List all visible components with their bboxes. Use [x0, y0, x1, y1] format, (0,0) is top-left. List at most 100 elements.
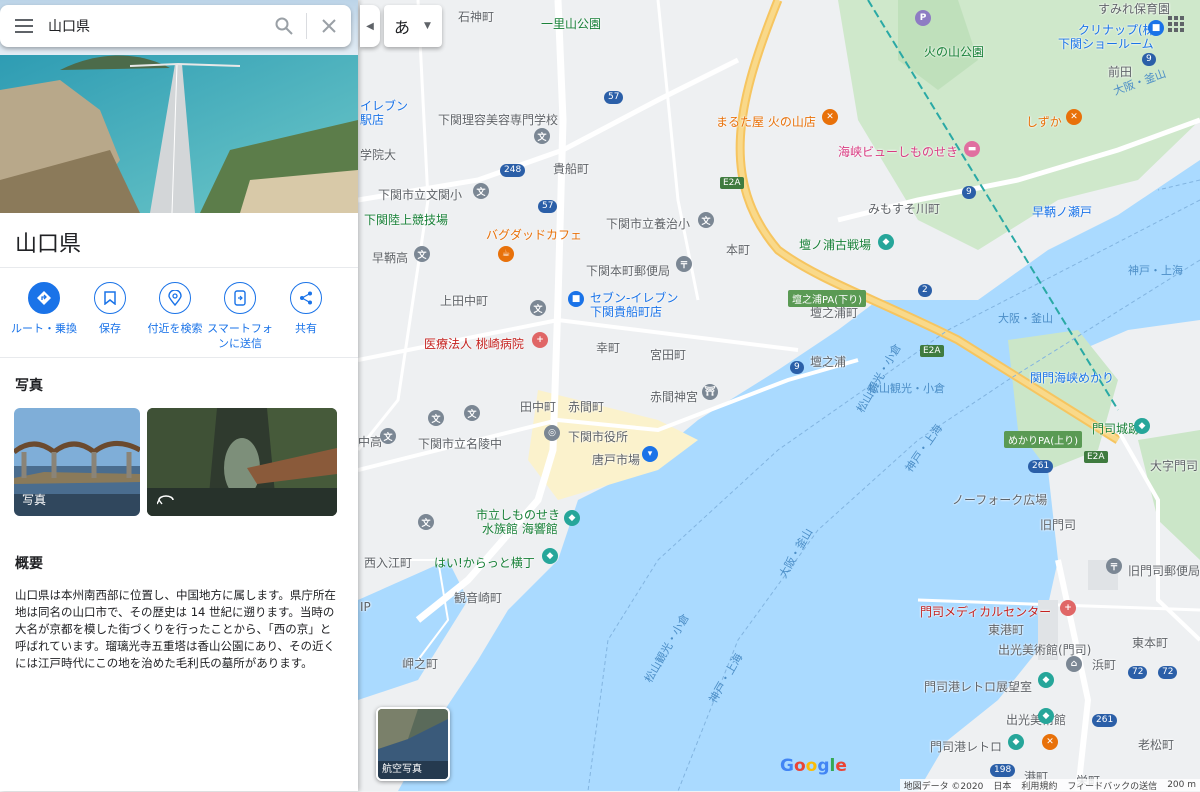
map-label: 下関理容美容専門学校: [438, 113, 559, 127]
school-pin-icon[interactable]: 文: [530, 300, 546, 316]
map-label: 水族館 海響館: [482, 522, 558, 536]
nearby-button[interactable]: 付近を検索: [142, 282, 208, 336]
send-to-phone-button[interactable]: スマートフォンに送信: [207, 282, 273, 351]
search-input[interactable]: 山口県: [48, 16, 262, 36]
park-pin-icon[interactable]: ◆: [878, 234, 894, 250]
map-label: 旧門司: [1040, 518, 1077, 532]
search-icon[interactable]: [262, 5, 306, 47]
map-label: 浜町: [1092, 658, 1117, 672]
nearby-label: 付近を検索: [147, 322, 203, 335]
map-label: 下関市役所: [568, 430, 629, 444]
pa-badge: 壇之浦PA(下り): [788, 290, 867, 307]
save-button[interactable]: 保存: [77, 282, 143, 336]
photos-heading: 写真: [15, 378, 43, 394]
apps-grid-icon[interactable]: [1168, 16, 1184, 36]
aquarium-pin-icon[interactable]: ◆: [564, 510, 580, 526]
route-shield: 2: [918, 284, 932, 297]
hotel-pin-icon[interactable]: ▬: [964, 141, 980, 157]
map-label: 東本町: [1132, 636, 1169, 650]
post-office-pin-icon[interactable]: 〒: [676, 256, 692, 272]
school-pin-icon[interactable]: 文: [698, 212, 714, 228]
shrine-pin-icon[interactable]: ⛩: [702, 384, 718, 400]
school-pin-icon[interactable]: 文: [418, 514, 434, 530]
shopping-pin-icon[interactable]: ◆: [542, 548, 558, 564]
route-shield: 9: [962, 186, 976, 199]
school-pin-icon[interactable]: 文: [428, 410, 444, 426]
market-pin-icon[interactable]: ▾: [642, 446, 658, 462]
route-shield: 9: [790, 361, 804, 374]
close-icon[interactable]: [307, 5, 351, 47]
overview-text: 山口県は本州南西部に位置し、中国地方に属します。県庁所在地は同名の山口市で、その…: [15, 588, 336, 670]
directions-icon: [28, 282, 60, 314]
parking-pin-icon[interactable]: P: [915, 10, 931, 26]
map-label: 下関陸上競技場: [364, 213, 449, 227]
post-office-pin-icon[interactable]: 〒: [1106, 558, 1122, 574]
scale-label[interactable]: 200 m: [1167, 780, 1196, 790]
aerial-view-toggle[interactable]: 航空写真: [376, 707, 450, 781]
collapse-panel-button[interactable]: ◀: [360, 5, 380, 47]
360-icon: [156, 491, 175, 510]
map-footer: 地図データ ©2020 日本 利用規約 フィードバックの送信 200 m: [899, 779, 1200, 792]
map-label: 大字門司: [1150, 459, 1199, 473]
place-title: 山口県: [15, 232, 82, 257]
park-pin-icon[interactable]: ◆: [1038, 708, 1054, 724]
map-label: 早鞆ノ瀬戸: [1032, 205, 1093, 219]
search-box[interactable]: 山口県: [0, 5, 351, 47]
map-label: はい!からっと横丁: [434, 556, 535, 570]
map-label: 門司メディカルセンター: [920, 605, 1052, 619]
share-icon: [290, 282, 322, 314]
map-label: 大阪・釜山: [998, 312, 1053, 325]
route-shield: 72: [1158, 666, 1178, 679]
map-label: 田中町: [520, 400, 557, 414]
map-label: 上田中町: [440, 294, 489, 308]
directions-button[interactable]: ルート・乗換: [11, 282, 77, 336]
restaurant-pin-icon[interactable]: ✕: [1042, 734, 1058, 750]
school-pin-icon[interactable]: 文: [380, 428, 396, 444]
feedback-link[interactable]: フィードバックの送信: [1067, 779, 1157, 792]
map-label: すみれ保育園: [1098, 2, 1171, 16]
region-link[interactable]: 日本: [993, 779, 1011, 792]
map-label: 神戸・上海: [1128, 264, 1183, 277]
route-shield: 57: [604, 91, 624, 104]
map-label: 門司城跡: [1092, 422, 1141, 436]
nearby-icon: [159, 282, 191, 314]
menu-icon[interactable]: [0, 5, 48, 47]
map-label: 赤間神宮: [650, 390, 699, 404]
photo-label: 写真: [22, 493, 47, 507]
map-label: 一里山公園: [541, 17, 602, 31]
street-view-tile[interactable]: [147, 408, 337, 516]
store-pin-icon[interactable]: ■: [568, 291, 584, 307]
map-label: 火の山公園: [924, 45, 985, 59]
school-pin-icon[interactable]: 文: [464, 405, 480, 421]
school-pin-icon[interactable]: 文: [473, 183, 489, 199]
directions-label: ルート・乗換: [11, 322, 77, 335]
map-label: 下関本町郵便局: [586, 264, 671, 278]
park-pin-icon[interactable]: ◆: [1008, 734, 1024, 750]
send-to-phone-label: スマートフォンに送信: [207, 322, 273, 350]
hospital-pin-icon[interactable]: +: [532, 332, 548, 348]
map-label: 中高: [358, 435, 383, 449]
park-pin-icon[interactable]: ◆: [1134, 418, 1150, 434]
museum-pin-icon[interactable]: ⌂: [1066, 656, 1082, 672]
bookmark-icon: [94, 282, 126, 314]
school-pin-icon[interactable]: 文: [414, 246, 430, 262]
input-tools-button[interactable]: あ ▼: [384, 5, 442, 47]
hospital-pin-icon[interactable]: +: [1060, 600, 1076, 616]
place-panel: 山口県 山口県 ルート・乗換 保存 付近を検索 スマートフォンに送信 共有 写真…: [0, 0, 358, 791]
viewpoint-pin-icon[interactable]: ◆: [1038, 672, 1054, 688]
expressway-shield: E2A: [720, 177, 744, 189]
terms-link[interactable]: 利用規約: [1021, 779, 1057, 792]
map-label: 門司港レトロ: [930, 740, 1003, 754]
restaurant-pin-icon[interactable]: ✕: [1066, 109, 1082, 125]
restaurant-pin-icon[interactable]: ✕: [822, 109, 838, 125]
map-data-attribution: 地図データ ©2020: [903, 781, 984, 792]
save-label: 保存: [99, 322, 121, 335]
photo-tile[interactable]: 写真: [14, 408, 140, 516]
school-pin-icon[interactable]: 文: [534, 128, 550, 144]
shop-pin-icon[interactable]: ■: [1148, 20, 1164, 36]
cityhall-pin-icon[interactable]: ◎: [544, 425, 560, 441]
caret-down-icon[interactable]: ▼: [424, 21, 431, 31]
share-button[interactable]: 共有: [273, 282, 339, 336]
map-canvas[interactable]: 石神町 一里山公園 火の山公園 クリナップ(株) 下関ショールーム 前田 すみれ…: [358, 0, 1200, 791]
cafe-pin-icon[interactable]: ☕: [498, 246, 514, 262]
